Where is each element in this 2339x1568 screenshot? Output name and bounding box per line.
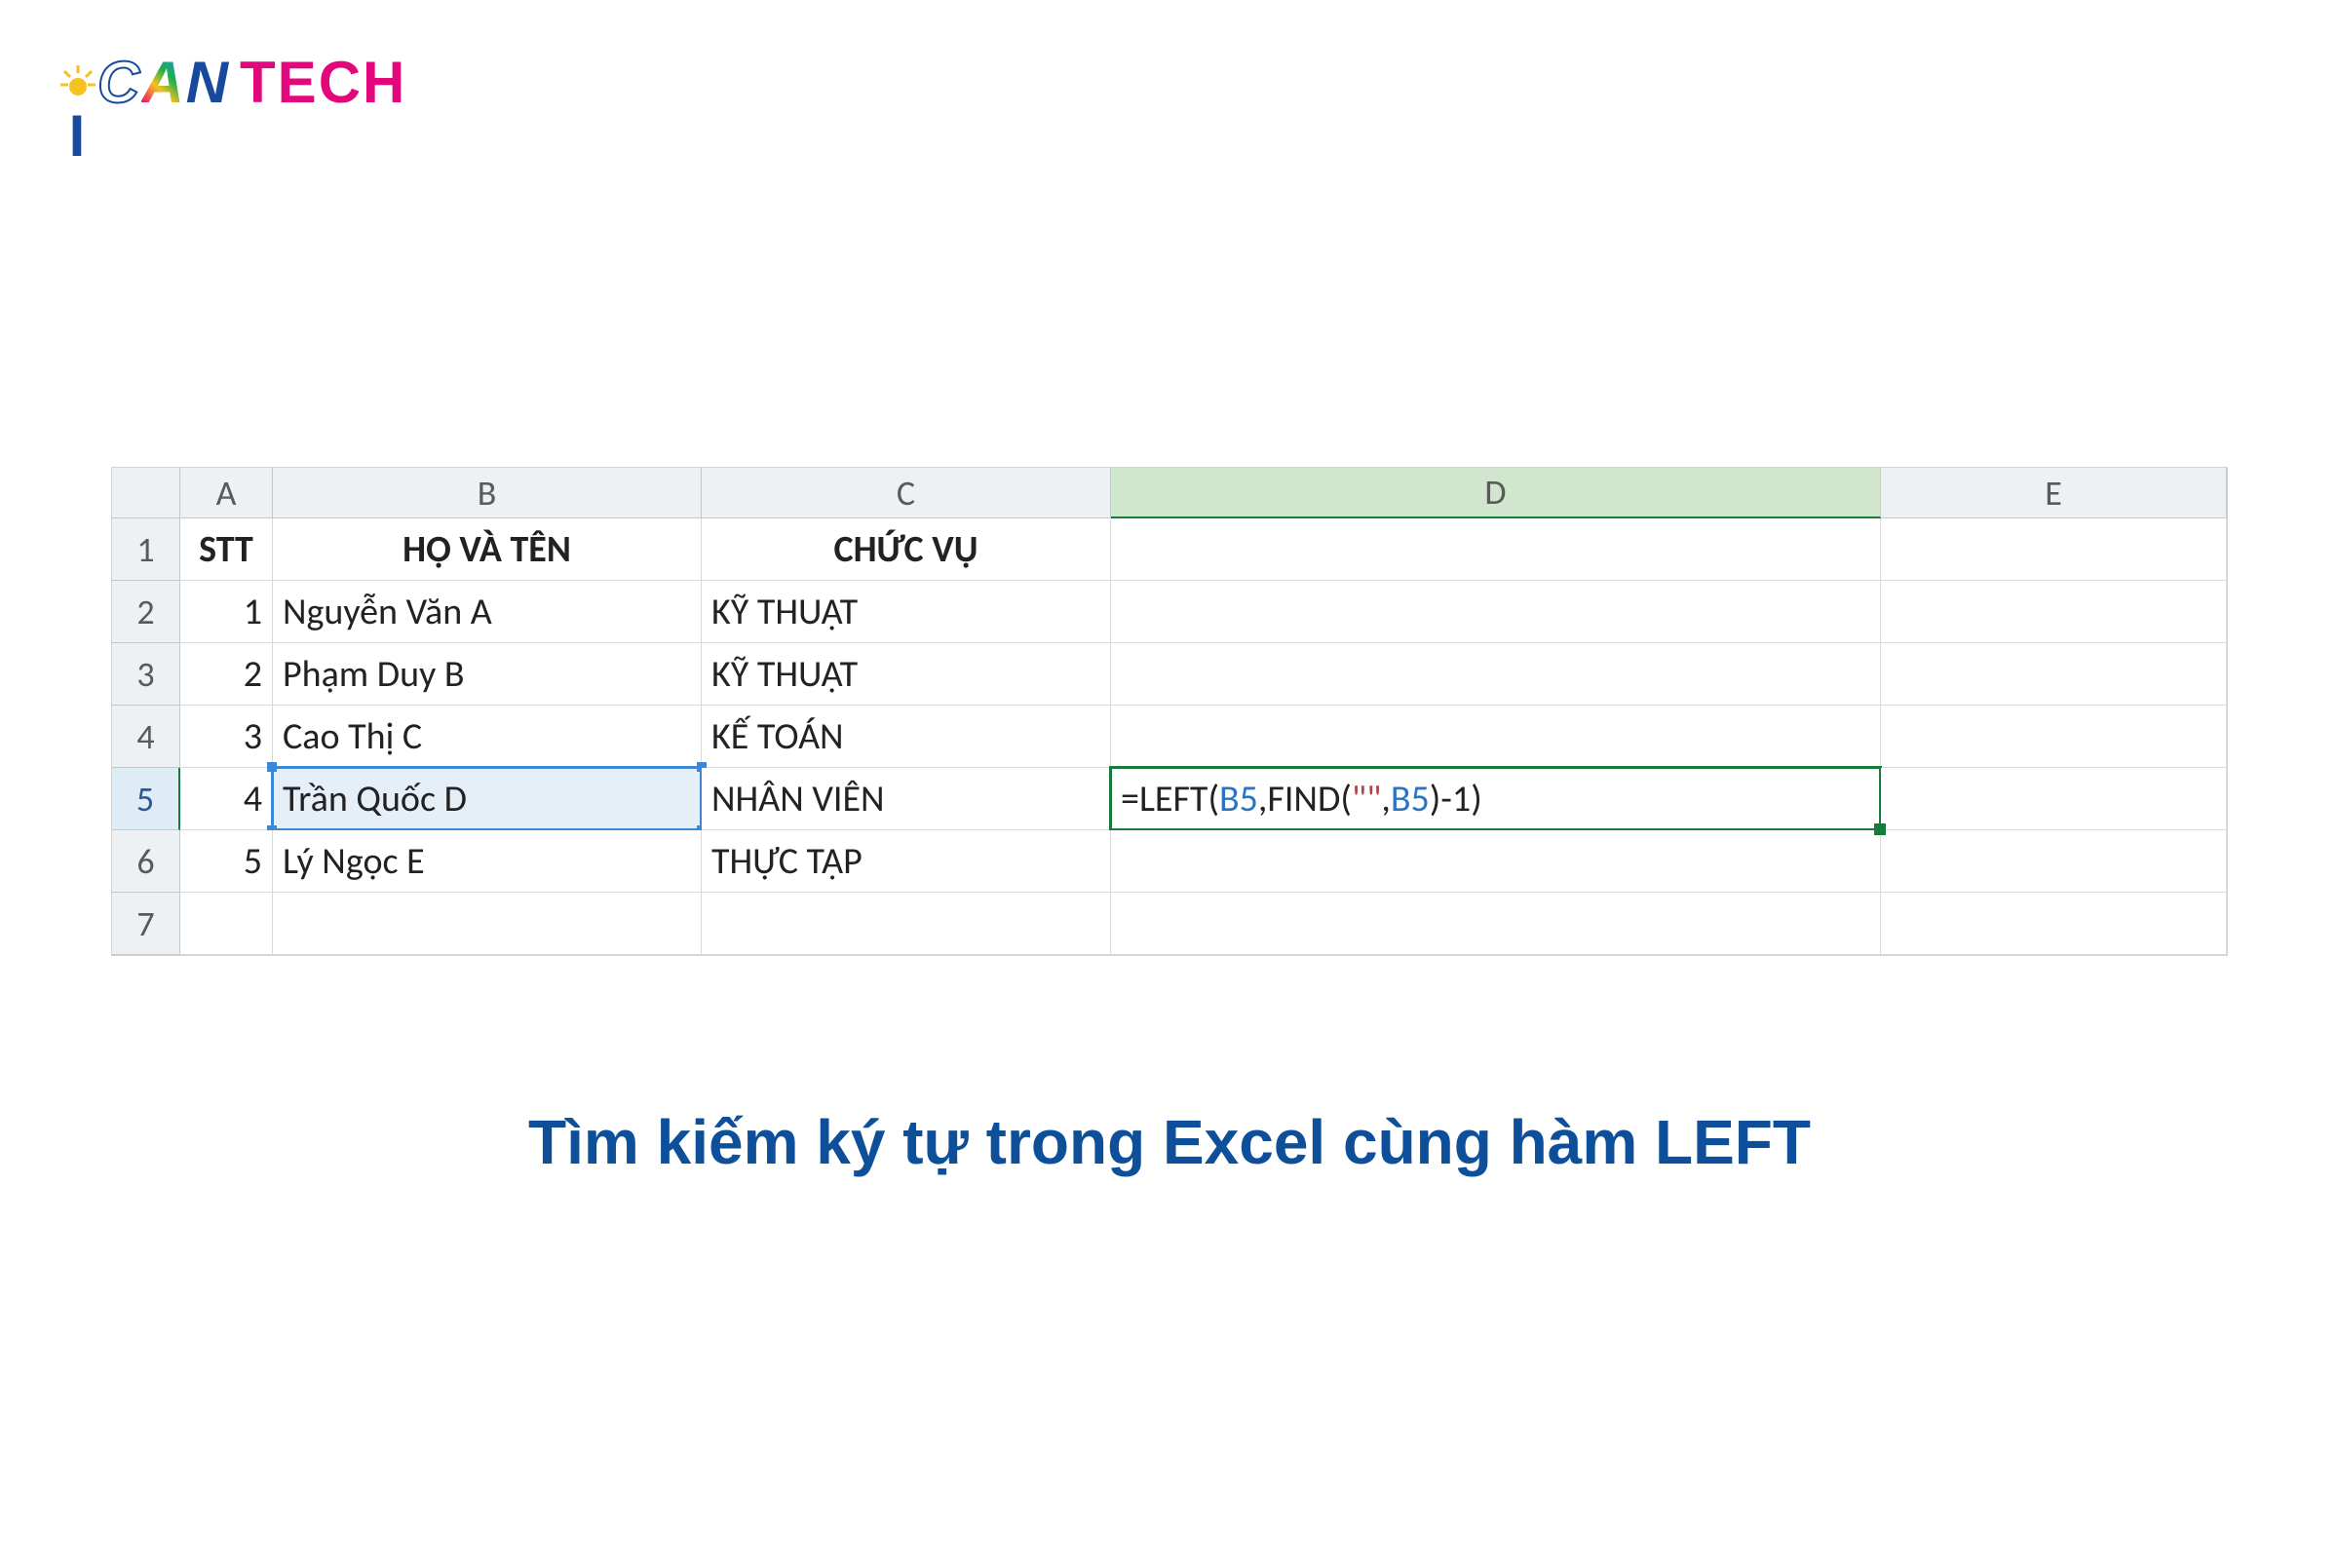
cell-role[interactable]: KỸ THUẬT xyxy=(702,581,1111,643)
row-header[interactable]: 6 xyxy=(112,830,180,893)
cell-stt[interactable]: 3 xyxy=(180,706,273,768)
cell[interactable] xyxy=(1111,893,1881,955)
cell[interactable] xyxy=(1111,518,1881,581)
cell[interactable] xyxy=(1111,581,1881,643)
fill-handle[interactable] xyxy=(1874,823,1886,835)
cell-role[interactable]: NHÂN VIÊN xyxy=(702,768,1111,830)
cell[interactable] xyxy=(1881,643,2227,706)
cell-stt[interactable]: 2 xyxy=(180,643,273,706)
cell[interactable] xyxy=(180,893,273,955)
cell[interactable] xyxy=(1881,518,2227,581)
cell-name[interactable]: Nguyễn Văn A xyxy=(273,581,702,643)
col-header-a[interactable]: A xyxy=(180,468,273,518)
active-formula-cell[interactable]: =LEFT(B5,FIND("",B5)-1) xyxy=(1111,768,1881,830)
cell-name[interactable]: Phạm Duy B xyxy=(273,643,702,706)
select-all-corner[interactable] xyxy=(112,468,180,518)
formula-text: =LEFT(B5,FIND("",B5)-1) xyxy=(1121,777,1482,822)
cell-text: Trần Quốc D xyxy=(283,777,467,822)
row-header[interactable]: 1 xyxy=(112,518,180,581)
cell-stt[interactable]: 5 xyxy=(180,830,273,893)
cell[interactable] xyxy=(1111,643,1881,706)
row-header[interactable]: 7 xyxy=(112,893,180,955)
caption-title: Tìm kiếm ký tự trong Excel cùng hàm LEFT xyxy=(0,1106,2339,1178)
row-header[interactable]: 3 xyxy=(112,643,180,706)
cell-name[interactable]: Cao Thị C xyxy=(273,706,702,768)
brand-logo: I CANTECH xyxy=(58,49,406,170)
cell[interactable] xyxy=(1111,830,1881,893)
header-name[interactable]: HỌ VÀ TÊN xyxy=(273,518,702,581)
cell[interactable] xyxy=(702,893,1111,955)
cell-role[interactable]: KỸ THUẬT xyxy=(702,643,1111,706)
cell-name-referenced[interactable]: Trần Quốc D xyxy=(273,768,702,830)
cell[interactable] xyxy=(1881,893,2227,955)
col-header-c[interactable]: C xyxy=(702,468,1111,518)
cell-name[interactable]: Lý Ngọc E xyxy=(273,830,702,893)
cell-stt[interactable]: 1 xyxy=(180,581,273,643)
cell[interactable] xyxy=(1881,581,2227,643)
logo-letter: C xyxy=(97,50,141,115)
spreadsheet: A B C D E 1 STT HỌ VÀ TÊN CHỨC VỤ 2 1 Ng… xyxy=(112,468,2227,955)
col-header-b[interactable]: B xyxy=(273,468,702,518)
row-header[interactable]: 4 xyxy=(112,706,180,768)
cell-stt[interactable]: 4 xyxy=(180,768,273,830)
col-header-e[interactable]: E xyxy=(1881,468,2227,518)
row-header[interactable]: 2 xyxy=(112,581,180,643)
cell-role[interactable]: KẾ TOÁN xyxy=(702,706,1111,768)
header-stt[interactable]: STT xyxy=(180,518,273,581)
cell[interactable] xyxy=(1881,768,2227,830)
cell[interactable] xyxy=(1881,706,2227,768)
logo-letter: A xyxy=(141,50,185,115)
header-role[interactable]: CHỨC VỤ xyxy=(702,518,1111,581)
row-header[interactable]: 5 xyxy=(112,768,180,830)
col-header-d[interactable]: D xyxy=(1111,468,1881,518)
range-handle[interactable] xyxy=(267,762,277,772)
cell[interactable] xyxy=(1881,830,2227,893)
cell[interactable] xyxy=(273,893,702,955)
lightbulb-icon xyxy=(58,63,97,102)
cell-role[interactable]: THỰC TẬP xyxy=(702,830,1111,893)
logo-word: TECH xyxy=(240,50,406,115)
cell[interactable] xyxy=(1111,706,1881,768)
logo-letter: N xyxy=(186,50,230,115)
